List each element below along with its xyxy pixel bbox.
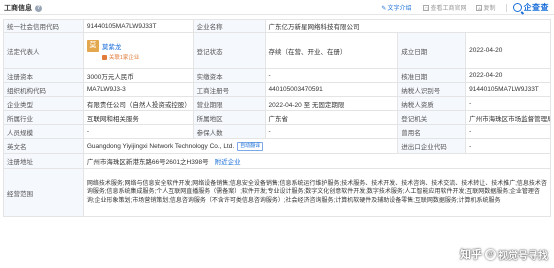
table-row: 组织机构代码 MA7LW9J3-3 工商注册号 440105003470591 … [4,83,551,97]
table-row: 统一社会信用代码 91440105MA7LW9J33T 企业名称 广东亿万新星网… [4,20,551,33]
company-name-label: 企业名称 [193,20,266,32]
text-intro-link[interactable]: ✎文字介绍 [381,3,411,12]
business-scope-value: 网络技术服务;网络与信息安全软件开发;网络设备销售;信息安全设备销售;信息系统运… [84,169,551,216]
copy-label: 复制 [483,6,496,12]
approval-date-label: 核准日期 [398,69,467,82]
copy-button[interactable]: A 复制 [476,3,496,12]
related-companies-label: 关联1家企业 [108,55,140,61]
table-row: 注册资本 3000万元人民币 实缴资本 - 核准日期 2022-04-20 [4,69,551,83]
staff-size-label: 人员规模 [4,125,84,138]
industry-value: 互联网和相关服务 [84,111,194,124]
insured-count-label: 参保人数 [193,125,266,138]
paid-capital-value: - [266,69,399,82]
official-site-label: 查看工商官网 [430,6,467,12]
auto-translate-badge: 自动翻译 [237,141,264,151]
copy-icon: A [476,5,483,12]
address-value: 广州市海珠区新港东路66号2601之H398号 [86,159,209,166]
paid-capital-label: 实缴资本 [193,69,266,82]
business-scope-label: 经营范围 [4,169,84,216]
table-row: 法定代表人 莫 莫紫龙 关联1家企业 登记状态 存续（在营、开业、在册） 成立日… [4,33,551,69]
taxpayer-id-label: 纳税人识别号 [398,83,467,96]
section-header: 工商信息 ? ✎文字介绍 ▢ 查看工商官网 A 复制 企查查 [0,0,554,15]
avatar: 莫 [86,40,99,52]
table-row: 企业类型 有限责任公司（自然人投资或控股） 营业期限 2022-04-20 至 … [4,97,551,111]
section-title: 工商信息 [4,5,32,12]
edit-icon: ✎ [381,6,387,12]
divider [505,3,507,12]
reg-authority-label: 登记机关 [398,111,467,124]
title-wrap: 工商信息 ? [4,3,42,13]
header-actions: ✎文字介绍 ▢ 查看工商官网 A 复制 企查查 [381,2,549,13]
logo-text: 企查查 [523,3,549,12]
credit-code-value: 91440105MA7LW9J33T [84,20,194,32]
official-site-link[interactable]: ▢ 查看工商官网 [423,3,466,12]
company-type-label: 企业类型 [4,97,84,110]
english-name-value: Guangdong Yiyijingxi Network Technology … [86,142,235,150]
watermark-handle: 视觉号寻找 [498,250,548,262]
legal-rep-top: 莫 莫紫龙 [86,40,122,52]
legal-rep-name[interactable]: 莫紫龙 [102,41,122,51]
reg-number-label: 工商注册号 [193,83,266,96]
staff-size-value: - [84,125,194,138]
watermark-brand: 知乎 [460,249,482,261]
taxpayer-qual-label: 纳税人资质 [398,97,467,110]
table-row: 英文名 Guangdong Yiyijingxi Network Technol… [4,139,551,154]
reg-capital-value: 3000万元人民币 [84,69,194,82]
org-code-label: 组织机构代码 [4,83,84,96]
region-value: 广东省 [266,111,399,124]
address-cell: 广州市海珠区新港东路66号2601之H398号 附近企业 [84,154,551,168]
reg-authority-value: 广州市海珠区市场监督管理局 [466,111,551,124]
at-icon: @ [485,248,496,260]
search-icon [512,3,522,12]
legal-rep-label: 法定代表人 [4,33,84,68]
import-export-value: - [466,139,551,153]
org-code-value: MA7LW9J3-3 [84,83,194,96]
reg-capital-label: 注册资本 [4,69,84,82]
nearby-companies-link[interactable]: 附近企业 [215,156,241,166]
help-icon[interactable]: ? [35,4,42,12]
founded-label: 成立日期 [398,33,467,68]
business-term-label: 营业期限 [193,97,266,110]
qichacha-logo: 企查查 [512,2,550,13]
reg-number-value: 440105003470591 [266,83,399,96]
status-value: 存续（在营、开业、在册） [266,33,399,68]
status-label: 登记状态 [193,33,266,68]
related-companies-link[interactable]: 关联1家企业 [101,53,140,61]
region-label: 所属地区 [193,111,266,124]
text-intro-label: 文字介绍 [387,6,412,12]
business-info-table: 统一社会信用代码 91440105MA7LW9J33T 企业名称 广东亿万新星网… [3,19,551,217]
import-export-label: 进出口企业代码 [398,139,467,153]
approval-date-value: 2022-04-20 [466,69,551,82]
watermark: 知乎 @ 视觉号寻找 [460,246,548,262]
table-row: 经营范围 网络技术服务;网络与信息安全软件开发;网络设备销售;信息安全设备销售;… [4,169,551,217]
company-name-value: 广东亿万新星网络科技有限公司 [266,20,551,32]
taxpayer-qual-value: - [466,97,551,110]
english-name-cell: Guangdong Yiyijingxi Network Technology … [84,139,399,153]
taxpayer-id-value: 91440105MA7LW9J33T [466,83,551,96]
english-name-label: 英文名 [4,139,84,153]
address-label: 注册地址 [4,154,84,168]
company-type-value: 有限责任公司（自然人投资或控股） [84,97,194,110]
industry-label: 所属行业 [4,111,84,124]
company-icon [101,55,107,61]
former-name-label: 曾用名 [398,125,467,138]
business-term-value: 2022-04-20 至 无固定期限 [266,97,399,110]
credit-code-label: 统一社会信用代码 [4,20,84,32]
external-icon: ▢ [423,5,430,12]
insured-count-value: - [266,125,399,138]
founded-value: 2022-04-20 [466,33,551,68]
table-row: 注册地址 广州市海珠区新港东路66号2601之H398号 附近企业 [4,154,551,169]
legal-rep-cell: 莫 莫紫龙 关联1家企业 [84,33,194,68]
table-row: 所属行业 互联网和相关服务 所属地区 广东省 登记机关 广州市海珠区市场监督管理… [4,111,551,125]
table-row: 人员规模 - 参保人数 - 曾用名 - [4,125,551,139]
former-name-value: - [466,125,551,138]
